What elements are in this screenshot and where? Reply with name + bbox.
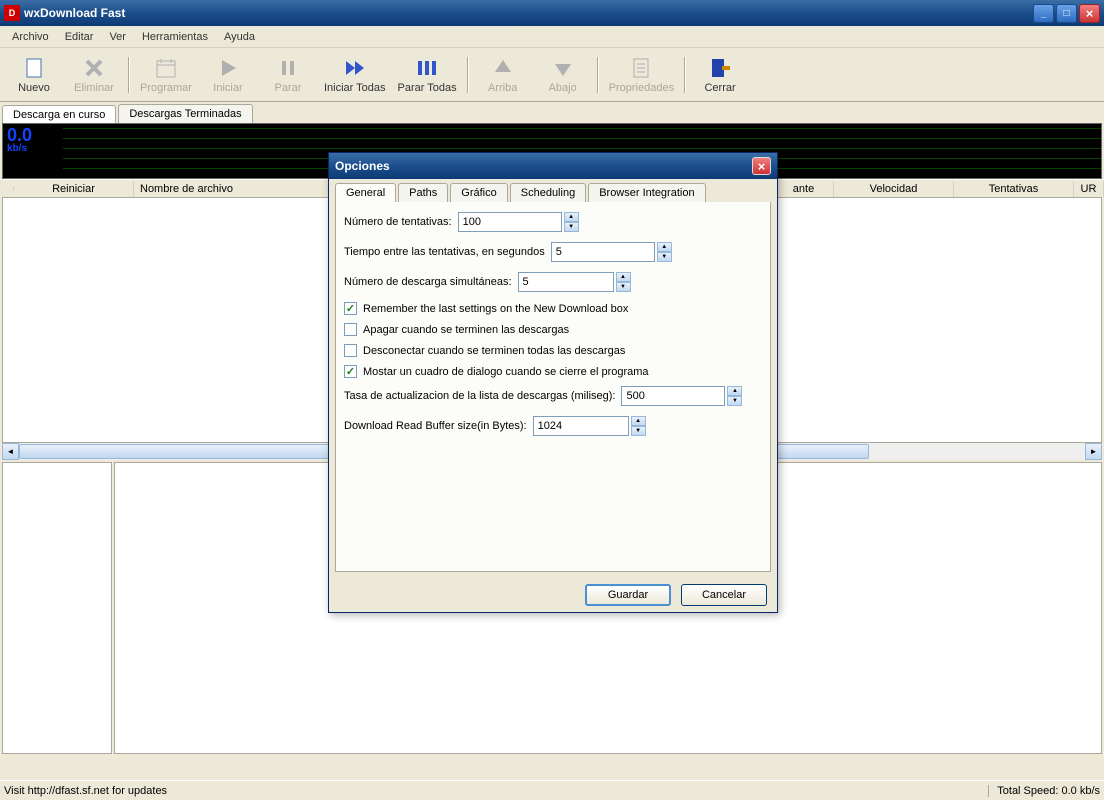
app-icon: D <box>4 5 20 21</box>
toolbtn-pause: Parar <box>258 54 318 96</box>
tiempo-spinner[interactable]: ▲▼ <box>657 242 672 262</box>
dialog-tabs: GeneralPathsGráficoSchedulingBrowser Int… <box>329 179 777 202</box>
col-url[interactable]: UR <box>1074 181 1104 197</box>
desconectar-label: Desconectar cuando se terminen todas las… <box>363 345 625 357</box>
menu-herramientas[interactable]: Herramientas <box>134 29 216 45</box>
pause-icon <box>276 56 300 80</box>
col-reiniciar[interactable]: Reiniciar <box>14 181 134 197</box>
save-button[interactable]: Guardar <box>585 584 671 606</box>
apagar-checkbox[interactable] <box>344 323 357 336</box>
tentativas-spinner[interactable]: ▲▼ <box>564 212 579 232</box>
status-text: Visit http://dfast.sf.net for updates <box>4 785 988 797</box>
statusbar: Visit http://dfast.sf.net for updates To… <box>0 780 1104 800</box>
close-button[interactable]: × <box>1079 4 1100 23</box>
menu-ayuda[interactable]: Ayuda <box>216 29 263 45</box>
desconectar-checkbox[interactable] <box>344 344 357 357</box>
toolbtn-close[interactable]: Cerrar <box>690 54 750 96</box>
col-tentativas[interactable]: Tentativas <box>954 181 1074 197</box>
dialog-title: Opciones <box>335 159 752 173</box>
tentativas-label: Número de tentativas: <box>344 216 452 228</box>
cancel-button[interactable]: Cancelar <box>681 584 767 606</box>
tasa-spinner[interactable]: ▲▼ <box>727 386 742 406</box>
props-icon <box>629 56 653 80</box>
dialog-body: Número de tentativas: ▲▼ Tiempo entre la… <box>335 202 771 572</box>
menubar: ArchivoEditarVerHerramientasAyuda <box>0 26 1104 48</box>
maximize-button[interactable]: □ <box>1056 4 1077 23</box>
tasa-input[interactable] <box>621 386 725 406</box>
dialog-tab-general[interactable]: General <box>335 183 396 202</box>
toolbtn-props: Propriedades <box>603 54 680 96</box>
simultaneas-label: Número de descarga simultáneas: <box>344 276 512 288</box>
tasa-label: Tasa de actualizacion de la lista de des… <box>344 390 615 402</box>
status-speed: Total Speed: 0.0 kb/s <box>988 785 1100 797</box>
toolbar: NuevoEliminarProgramarIniciarPararInicia… <box>0 48 1104 102</box>
menu-archivo[interactable]: Archivo <box>4 29 57 45</box>
delete-icon <box>82 56 106 80</box>
simultaneas-spinner[interactable]: ▲▼ <box>616 272 631 292</box>
toolbtn-delete: Eliminar <box>64 54 124 96</box>
toolbtn-down: Abajo <box>533 54 593 96</box>
remember-label: Remember the last settings on the New Do… <box>363 303 628 315</box>
main-tab-0[interactable]: Descarga en curso <box>2 105 116 124</box>
toolbtn-schedule: Programar <box>134 54 198 96</box>
col-velocidad[interactable]: Velocidad <box>834 181 954 197</box>
remember-checkbox[interactable]: ✓ <box>344 302 357 315</box>
col-blank[interactable] <box>0 187 14 191</box>
tentativas-input[interactable] <box>458 212 562 232</box>
apagar-label: Apagar cuando se terminen las descargas <box>363 324 569 336</box>
up-icon <box>491 56 515 80</box>
minimize-button[interactable]: _ <box>1033 4 1054 23</box>
piece-view <box>2 462 112 754</box>
file-new-icon <box>22 56 46 80</box>
buffer-spinner[interactable]: ▲▼ <box>631 416 646 436</box>
toolbtn-up: Arriba <box>473 54 533 96</box>
mostrar-label: Mostar un cuadro de dialogo cuando se ci… <box>363 366 649 378</box>
options-dialog: Opciones × GeneralPathsGráficoScheduling… <box>328 152 778 613</box>
toolbtn-play-all[interactable]: Iniciar Todas <box>318 54 392 96</box>
col-ante[interactable]: ante <box>774 181 834 197</box>
schedule-icon <box>154 56 178 80</box>
dialog-tab-paths[interactable]: Paths <box>398 183 448 202</box>
scroll-right-button[interactable]: ► <box>1085 443 1102 460</box>
close-icon <box>708 56 732 80</box>
toolbtn-file-new[interactable]: Nuevo <box>4 54 64 96</box>
menu-ver[interactable]: Ver <box>101 29 134 45</box>
toolbtn-play: Iniciar <box>198 54 258 96</box>
main-tab-1[interactable]: Descargas Terminadas <box>118 104 252 123</box>
menu-editar[interactable]: Editar <box>57 29 102 45</box>
dialog-tab-gráfico[interactable]: Gráfico <box>450 183 507 202</box>
dialog-close-button[interactable]: × <box>752 157 771 175</box>
dialog-titlebar[interactable]: Opciones × <box>329 153 777 179</box>
mostrar-checkbox[interactable]: ✓ <box>344 365 357 378</box>
tiempo-label: Tiempo entre las tentativas, en segundos <box>344 246 545 258</box>
buffer-input[interactable] <box>533 416 629 436</box>
main-tabs: Descarga en cursoDescargas Terminadas <box>0 102 1104 123</box>
speed-value: 0.0 kb/s <box>7 126 32 154</box>
play-icon <box>216 56 240 80</box>
dialog-tab-browser-integration[interactable]: Browser Integration <box>588 183 705 202</box>
tiempo-input[interactable] <box>551 242 655 262</box>
window-titlebar: D wxDownload Fast _ □ × <box>0 0 1104 26</box>
buffer-label: Download Read Buffer size(in Bytes): <box>344 420 527 432</box>
dialog-tab-scheduling[interactable]: Scheduling <box>510 183 586 202</box>
simultaneas-input[interactable] <box>518 272 614 292</box>
pause-all-icon <box>415 56 439 80</box>
toolbtn-pause-all[interactable]: Parar Todas <box>392 54 463 96</box>
scroll-left-button[interactable]: ◄ <box>2 443 19 460</box>
play-all-icon <box>343 56 367 80</box>
down-icon <box>551 56 575 80</box>
window-title: wxDownload Fast <box>24 6 1033 20</box>
